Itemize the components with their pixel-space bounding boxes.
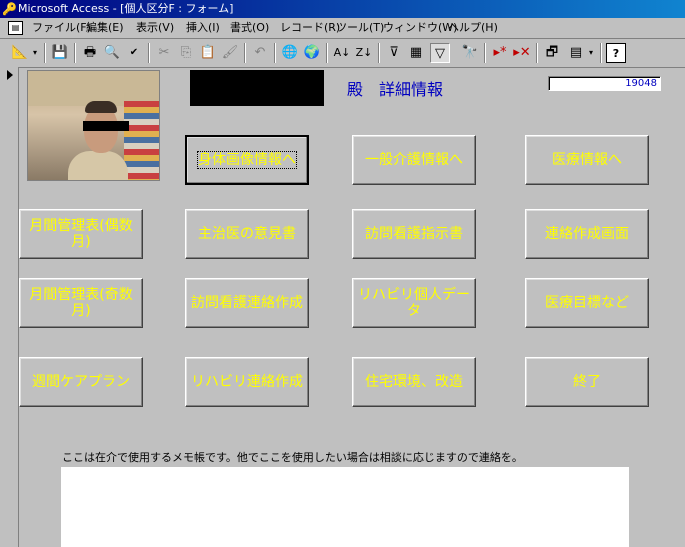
current-record-arrow-icon	[7, 70, 13, 80]
menu-help[interactable]: ヘルプ(H)	[448, 21, 498, 35]
sort-descending-icon[interactable]: Z↓	[354, 43, 374, 63]
housing-renovation-button[interactable]: 住宅環境、改造	[352, 357, 476, 407]
body-image-info-button[interactable]: 身体画像情報へ	[185, 135, 309, 185]
form-view-toolbar: 📐 ▾ 💾 🖶 🔍 ✔ ✂ ⎘ 📋 🖌 ↶ 🌐 🌍 A↓ Z↓ ⊽ ▦ ▽ 🔭 …	[0, 39, 685, 68]
page-title: 殿 詳細情報	[347, 80, 444, 99]
menu-view[interactable]: 表示(V)	[136, 21, 174, 35]
exit-button[interactable]: 終了	[525, 357, 649, 407]
delete-record-icon[interactable]: ▸✕	[512, 43, 532, 63]
help-icon[interactable]: ?	[606, 43, 626, 63]
print-icon[interactable]: 🖶	[80, 43, 100, 63]
cut-icon[interactable]: ✂	[154, 43, 174, 63]
undo-icon[interactable]: ↶	[250, 43, 270, 63]
nurse-contact-create-button[interactable]: 訪問看護連絡作成	[185, 278, 309, 328]
menu-window[interactable]: ウィンドウ(W)	[383, 21, 457, 35]
save-icon[interactable]: 💾	[50, 43, 70, 63]
access-key-icon: 🔑	[2, 2, 17, 16]
monthly-sheet-odd-button[interactable]: 月間管理表(奇数月)	[19, 278, 143, 328]
person-photo	[27, 70, 160, 181]
doctor-opinion-button[interactable]: 主治医の意見書	[185, 209, 309, 259]
paste-icon[interactable]: 📋	[198, 43, 218, 63]
medical-info-button[interactable]: 医療情報へ	[525, 135, 649, 185]
monthly-sheet-even-button[interactable]: 月間管理表(偶数月)	[19, 209, 143, 259]
copy-icon[interactable]: ⎘	[176, 43, 196, 63]
filter-by-selection-icon[interactable]: ⊽	[384, 43, 404, 63]
apply-filter-icon[interactable]: ▽	[430, 43, 450, 63]
chevron-down-icon[interactable]: ▾	[30, 43, 40, 63]
redacted-name-field	[190, 70, 324, 106]
contact-screen-button[interactable]: 連絡作成画面	[525, 209, 649, 259]
title-bar: 🔑 Microsoft Access - [個人区分F : フォーム]	[0, 0, 685, 18]
new-object-icon[interactable]: ▤	[566, 43, 586, 63]
sort-ascending-icon[interactable]: A↓	[332, 43, 352, 63]
general-care-info-button[interactable]: 一般介護情報へ	[352, 135, 476, 185]
form-control-menu-icon[interactable]: ▤	[8, 21, 23, 35]
menu-bar: ▤ ファイル(F) 編集(E) 表示(V) 挿入(I) 書式(O) レコード(R…	[0, 18, 685, 39]
hyperlink-icon[interactable]: 🌐	[280, 43, 300, 63]
chevron-down-icon[interactable]: ▾	[586, 43, 596, 63]
rehab-personal-data-button[interactable]: リハビリ個人データ	[352, 278, 476, 328]
spelling-icon[interactable]: ✔	[124, 43, 144, 63]
record-selector[interactable]	[0, 67, 19, 547]
menu-records[interactable]: レコード(R)	[280, 21, 340, 35]
menu-tools[interactable]: ツール(T)	[336, 21, 384, 35]
database-window-icon[interactable]: 🗗	[542, 43, 562, 63]
weekly-care-plan-button[interactable]: 週間ケアプラン	[19, 357, 143, 407]
visiting-nurse-order-button[interactable]: 訪問看護指示書	[352, 209, 476, 259]
redaction-bar	[83, 121, 129, 131]
filter-by-form-icon[interactable]: ▦	[406, 43, 426, 63]
design-view-icon[interactable]: 📐	[10, 43, 30, 63]
record-id-field[interactable]: 19048	[548, 76, 661, 91]
memo-textarea[interactable]	[61, 467, 629, 547]
menu-format[interactable]: 書式(O)	[230, 21, 269, 35]
find-icon[interactable]: 🔭	[460, 43, 480, 63]
new-record-icon[interactable]: ▸*	[490, 43, 510, 63]
rehab-contact-create-button[interactable]: リハビリ連絡作成	[185, 357, 309, 407]
menu-edit[interactable]: 編集(E)	[86, 21, 124, 35]
menu-insert[interactable]: 挿入(I)	[186, 21, 220, 35]
medical-goals-button[interactable]: 医療目標など	[525, 278, 649, 328]
memo-label: ここは在介で使用するメモ帳です。他でここを使用したい場合は相談に応じますので連絡…	[62, 451, 523, 464]
web-toolbar-icon[interactable]: 🌍	[302, 43, 322, 63]
window-title: Microsoft Access - [個人区分F : フォーム]	[18, 2, 234, 15]
menu-file[interactable]: ファイル(F)	[32, 21, 91, 35]
print-preview-icon[interactable]: 🔍	[102, 43, 122, 63]
format-painter-icon[interactable]: 🖌	[220, 43, 240, 63]
